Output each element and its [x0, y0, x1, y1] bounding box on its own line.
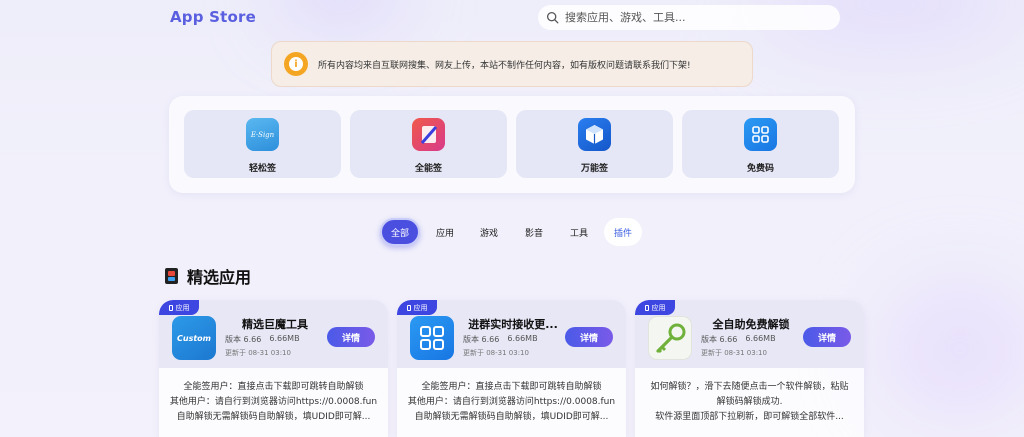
- size-label: 6.66MB: [507, 334, 538, 343]
- tab-all[interactable]: 全部: [380, 218, 420, 246]
- category-badge: 应用: [159, 300, 199, 315]
- updated-label: 更新于 08-31 03:10: [463, 349, 529, 357]
- phone-icon: [168, 304, 173, 311]
- featured-apps: E·Sign 轻松签 全能签 万能签 免费码: [169, 96, 855, 193]
- updated-label: 更新于 08-31 03:10: [225, 349, 291, 357]
- size-label: 6.66MB: [269, 334, 300, 343]
- featured-item-label: 万能签: [580, 164, 608, 174]
- app-card[interactable]: 应用 进群实时接收更... 版本 6.66 6.66MB 更新于 08-31 0…: [397, 300, 626, 437]
- app-name: 进群实时接收更...: [468, 318, 558, 331]
- featured-item-wannengqian[interactable]: 万能签: [516, 110, 673, 178]
- info-icon: i: [284, 52, 308, 76]
- version-label: 版本 6.66: [701, 335, 738, 344]
- tab-tools[interactable]: 工具: [564, 218, 594, 246]
- category-tabs: 全部 应用 游戏 影音 工具 插件: [0, 218, 1024, 248]
- phone-icon: [644, 304, 649, 311]
- notice-banner: i 所有内容均来自互联网搜集、网友上传，本站不制作任何内容，如有版权问题请联系我…: [271, 41, 753, 87]
- pen-icon: [412, 118, 445, 151]
- esign-icon: E·Sign: [246, 118, 279, 151]
- version-label: 版本 6.66: [225, 335, 262, 344]
- category-badge: 应用: [635, 300, 675, 315]
- featured-item-qingsongqian[interactable]: E·Sign 轻松签: [184, 110, 341, 178]
- grid-icon: [410, 316, 454, 360]
- app-name: 精选巨魔工具: [242, 318, 308, 331]
- details-button[interactable]: 详情: [327, 327, 375, 347]
- phone-icon: [406, 304, 411, 311]
- app-name: 全自助免费解锁: [712, 318, 790, 331]
- app-description: 如何解锁？，滑下去随便点击一个软件解锁，粘贴 解锁码解锁成功. 软件源里面顶部下…: [650, 382, 849, 422]
- size-label: 6.66MB: [745, 334, 776, 343]
- featured-item-quannengqian[interactable]: 全能签: [350, 110, 507, 178]
- notice-text: 所有内容均来自互联网搜集、网友上传，本站不制作任何内容，如有版权问题请联系我们下…: [318, 60, 691, 71]
- top-bar: App Store: [0, 0, 1024, 36]
- featured-item-label: 免费码: [746, 164, 774, 174]
- updated-label: 更新于 08-31 03:10: [701, 349, 767, 357]
- app-card[interactable]: 应用 Custom 精选巨魔工具 版本 6.66 6.66MB 更新于 08-3…: [159, 300, 388, 437]
- details-button[interactable]: 详情: [565, 327, 613, 347]
- brand-logo[interactable]: App Store: [170, 8, 256, 26]
- tab-plugins[interactable]: 插件: [604, 218, 642, 246]
- details-button[interactable]: 详情: [803, 327, 851, 347]
- app-icon: Custom: [172, 316, 216, 360]
- featured-item-label: 轻松签: [248, 164, 276, 174]
- tab-apps[interactable]: 应用: [430, 218, 460, 246]
- grid-icon: [744, 118, 777, 151]
- tab-games[interactable]: 游戏: [474, 218, 504, 246]
- search-input[interactable]: [565, 11, 825, 24]
- search-icon: [546, 11, 559, 24]
- box-icon: [578, 118, 611, 151]
- app-description: 全能签用户：直接点击下载即可跳转自助解锁 其他用户：请自行到浏览器访问https…: [407, 382, 616, 422]
- version-label: 版本 6.66: [463, 335, 500, 344]
- section-title: 精选应用: [187, 268, 252, 287]
- app-grid-icon: [165, 268, 178, 284]
- featured-item-label: 全能签: [414, 164, 442, 174]
- app-description: 全能签用户：直接点击下载即可跳转自助解锁 其他用户：请自行到浏览器访问https…: [169, 382, 378, 422]
- key-icon: [648, 316, 692, 360]
- featured-item-mianfeima[interactable]: 免费码: [682, 110, 839, 178]
- search-box[interactable]: [538, 5, 840, 30]
- section-header: 精选应用: [165, 264, 251, 288]
- tab-media[interactable]: 影音: [519, 218, 549, 246]
- app-card[interactable]: 应用 全自助免费解锁 版本 6.66 6.66MB 更新于 08-31 03:1…: [635, 300, 864, 437]
- category-badge: 应用: [397, 300, 437, 315]
